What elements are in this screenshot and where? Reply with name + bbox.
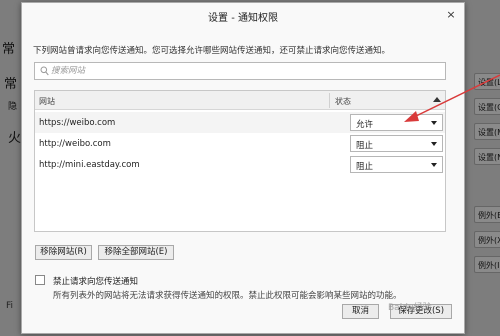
close-icon[interactable]: ×: [444, 8, 458, 22]
search-icon: [40, 66, 49, 76]
column-header-site[interactable]: 网站: [39, 96, 55, 107]
status-value: 阻止: [356, 141, 374, 151]
block-requests-label: 禁止请求向您传送通知: [53, 277, 139, 287]
bg-button-exceptions-2: 例外(X)...: [474, 231, 500, 248]
bg-footer-text: Fi: [6, 301, 14, 311]
chevron-down-icon: [431, 142, 437, 146]
bg-item-privacy: 隐: [8, 102, 18, 112]
chevron-down-icon: [431, 121, 437, 125]
column-divider: [329, 93, 330, 108]
remove-all-sites-button[interactable]: 移除全部网站(E): [98, 245, 174, 260]
bg-item-firefox: 火: [8, 131, 22, 146]
status-value: 阻止: [356, 162, 374, 172]
bg-item-general: 常: [2, 42, 16, 57]
chevron-down-icon: [431, 163, 437, 167]
bg-button-notification-settings: 设置(N)...: [474, 148, 500, 165]
table-header: 网站 状态: [35, 91, 445, 110]
bg-item-home: 常: [4, 77, 18, 92]
search-box[interactable]: [34, 62, 446, 80]
bg-button-exceptions-1: 例外(E)...: [474, 206, 500, 223]
status-select[interactable]: 允许: [350, 114, 443, 131]
dialog-description: 下列网站曾请求向您传送通知。您可选择允许哪些网站传送通知，还可禁止请求向您传送通…: [33, 46, 391, 56]
sort-up-icon: [433, 97, 441, 102]
dialog-title: 设置 - 通知权限: [208, 13, 278, 24]
site-url: https://weibo.com: [39, 118, 116, 128]
column-header-status[interactable]: 状态: [335, 96, 351, 107]
bg-button-camera-settings: 设置(C)...: [474, 98, 500, 115]
site-url: http://weibo.com: [39, 139, 111, 149]
search-input[interactable]: [51, 63, 441, 79]
status-select[interactable]: 阻止: [350, 156, 443, 173]
block-requests-description: 所有列表外的网站将无法请求获得传送通知的权限。禁止此权限可能会影响某些网站的功能…: [53, 291, 402, 301]
watermark-logo: Baidu经验: [388, 303, 432, 313]
status-select[interactable]: 阻止: [350, 135, 443, 152]
notification-permissions-dialog: 设置 - 通知权限 × 下列网站曾请求向您传送通知。您可选择允许哪些网站传送通知…: [21, 2, 465, 334]
table-row[interactable]: http://weibo.com 阻止: [35, 133, 445, 154]
block-requests-checkbox[interactable]: [35, 275, 45, 285]
bg-button-microphone-settings: 设置(M)...: [474, 123, 500, 140]
status-value: 允许: [356, 120, 374, 130]
dialog-titlebar: 设置 - 通知权限 ×: [22, 3, 464, 29]
table-row[interactable]: https://weibo.com 允许: [35, 112, 445, 133]
site-permissions-table: 网站 状态 https://weibo.com 允许 http://weibo.…: [34, 90, 446, 232]
bg-button-exceptions-3: 例外(I)...: [474, 256, 500, 273]
bg-button-location-settings: 设置(L)...: [474, 73, 500, 90]
site-url: http://mini.eastday.com: [39, 160, 140, 170]
cancel-button[interactable]: 取消: [342, 304, 379, 319]
table-row[interactable]: http://mini.eastday.com 阻止: [35, 154, 445, 175]
remove-site-button[interactable]: 移除网站(R): [35, 245, 92, 260]
